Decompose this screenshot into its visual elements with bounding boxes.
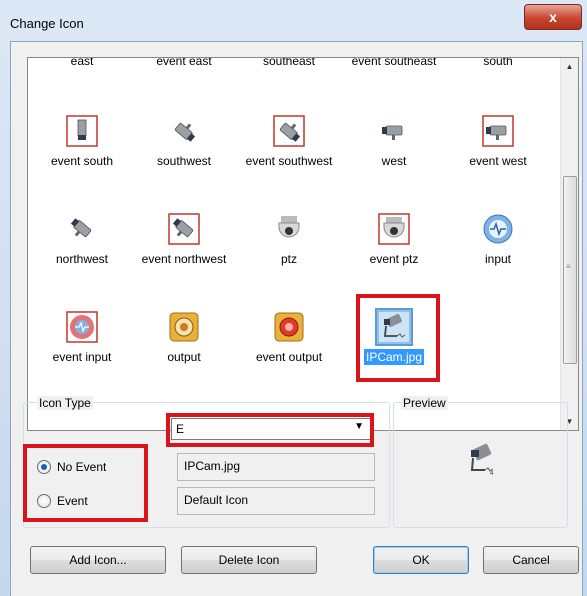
highlight-radios	[23, 444, 148, 522]
icon-list-item-label: event west	[469, 154, 527, 168]
dialog-body: east event east southeast event southeast so…	[10, 41, 583, 596]
event-file-field: Default Icon	[177, 487, 375, 515]
preview-label: Preview	[401, 396, 448, 410]
icon-list-item-label: output	[167, 350, 201, 364]
icon-list-item-label: south	[483, 57, 513, 68]
cancel-button[interactable]: Cancel	[483, 546, 579, 574]
event-output-icon	[272, 310, 306, 344]
event-input-icon	[65, 310, 99, 344]
preview-ipcam-icon: 4	[463, 442, 499, 478]
input-signal-icon	[481, 212, 515, 246]
change-icon-dialog: Change Icon x east event east southeast eve…	[0, 0, 587, 596]
grip-icon: ≡	[566, 262, 571, 271]
event-file-value: Default Icon	[184, 493, 249, 507]
highlight-selected-icon	[356, 294, 440, 382]
icon-list-item-label: event northwest	[141, 252, 227, 266]
no-event-file-field: IPCam.jpg	[177, 453, 375, 481]
icon-list-item-label: input	[484, 252, 512, 266]
icon-list-item-label: event southeast	[351, 57, 437, 68]
ptz-dome-event-icon	[377, 212, 411, 246]
camera-west-event-icon	[481, 114, 515, 148]
camera-south-event-icon	[65, 114, 99, 148]
highlight-combo	[166, 413, 374, 447]
icon-list-item-label: northwest	[55, 252, 109, 266]
icon-list-item-label: east	[70, 57, 94, 68]
svg-text:4: 4	[490, 471, 494, 477]
icon-list-item-label: southeast	[262, 57, 316, 68]
icon-list-item-label: event east	[156, 57, 212, 68]
icon-list-item-label: event southwest	[245, 154, 333, 168]
output-icon	[167, 310, 201, 344]
icon-list-item-label: event south	[50, 154, 114, 168]
title-bar: Change Icon x	[0, 0, 587, 40]
ok-button[interactable]: OK	[373, 546, 469, 574]
ptz-dome-icon	[272, 212, 306, 246]
icon-list-item-label: southwest	[156, 154, 212, 168]
close-button[interactable]: x	[524, 4, 582, 30]
no-event-file-value: IPCam.jpg	[184, 459, 241, 473]
icon-list-item-label: west	[381, 154, 407, 168]
add-icon-button[interactable]: Add Icon...	[30, 546, 166, 574]
icon-list-item-label: event output	[255, 350, 323, 364]
icon-list-item-label: event input	[52, 350, 112, 364]
scrollbar-thumb[interactable]: ≡	[563, 176, 577, 364]
icon-type-label: Icon Type	[37, 396, 93, 410]
icon-list[interactable]: east event east southeast event southeast so…	[27, 57, 579, 431]
icon-list-item-label: ptz	[280, 252, 297, 266]
camera-southwest-event-icon	[272, 114, 306, 148]
camera-northwest-event-icon	[167, 212, 201, 246]
camera-northwest-icon	[65, 212, 99, 246]
vertical-scrollbar[interactable]: ▲ ≡ ▼	[560, 58, 578, 430]
camera-southwest-icon	[167, 114, 201, 148]
scroll-up-icon[interactable]: ▲	[561, 58, 578, 75]
icon-list-item-label: event ptz	[369, 252, 419, 266]
camera-west-icon	[377, 114, 411, 148]
delete-icon-button[interactable]: Delete Icon	[181, 546, 317, 574]
window-title: Change Icon	[10, 16, 84, 31]
